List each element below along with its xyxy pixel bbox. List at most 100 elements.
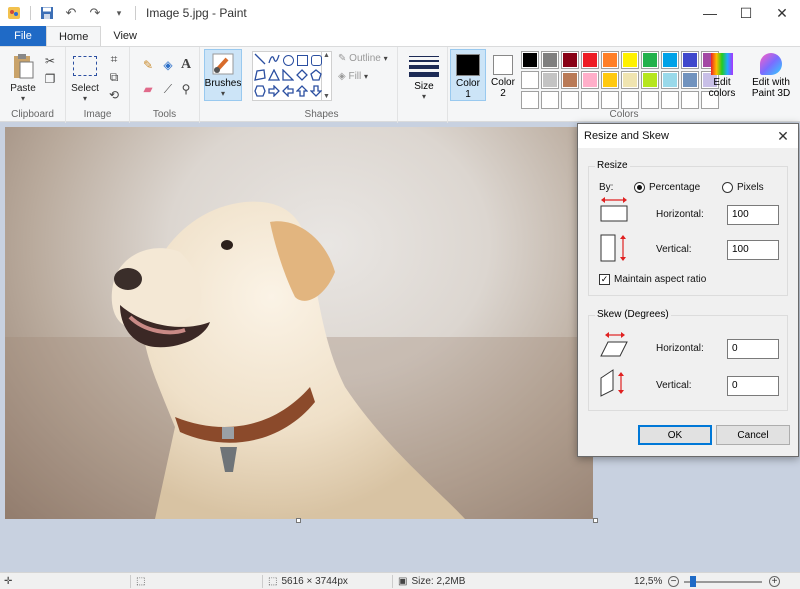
brushes-button[interactable]: Brushes ▾ [204,49,242,101]
pixels-label[interactable]: Pixels [737,182,764,193]
palette-color-swatch[interactable] [641,91,659,109]
skew-vertical-input[interactable]: 0 [727,376,779,396]
tab-view[interactable]: View [101,26,149,46]
palette-color-swatch[interactable] [621,91,639,109]
polygon-shape-icon[interactable] [254,68,266,84]
scroll-up-icon[interactable]: ▲ [323,52,330,59]
palette-color-swatch[interactable] [541,51,559,69]
separator [130,575,131,588]
color1-button[interactable]: Color 1 [450,49,486,101]
palette-color-swatch[interactable] [621,51,639,69]
resize-vertical-input[interactable]: 100 [727,240,779,260]
scroll-down-icon[interactable]: ▼ [323,93,330,100]
palette-color-swatch[interactable] [601,51,619,69]
fill-label: Fill [348,71,362,82]
skew-horizontal-label: Horizontal: [656,343,704,354]
rounded-rectangle-shape-icon[interactable] [310,54,322,66]
maintain-aspect-ratio-checkbox[interactable]: ✓ [599,274,610,285]
resize-horizontal-input[interactable]: 100 [727,205,779,225]
edit-colors-button[interactable]: Edit colors [704,49,740,101]
right-triangle-shape-icon[interactable] [282,67,295,84]
text-icon[interactable]: A [178,57,194,73]
diamond-shape-icon[interactable] [296,68,308,84]
percentage-radio[interactable] [634,182,645,193]
cancel-button[interactable]: Cancel [716,425,790,445]
copy-icon[interactable]: ❐ [42,71,58,87]
resize-handle-bottom[interactable] [296,518,301,523]
customize-dropdown-icon[interactable]: ▾ [111,5,127,21]
palette-color-swatch[interactable] [661,51,679,69]
paste-button[interactable]: Paste ▾ [8,51,38,103]
palette-color-swatch[interactable] [521,71,539,89]
pentagon-shape-icon[interactable] [310,68,322,84]
palette-color-swatch[interactable] [641,51,659,69]
down-arrow-shape-icon[interactable] [309,84,323,100]
size-button[interactable]: Size ▾ [406,51,442,101]
oval-shape-icon[interactable] [282,54,294,66]
redo-icon[interactable]: ↷ [87,5,103,21]
palette-color-swatch[interactable] [581,51,599,69]
palette-color-swatch[interactable] [621,71,639,89]
zoom-in-button[interactable]: + [769,576,780,587]
image-canvas[interactable] [5,127,593,519]
skew-horizontal-input[interactable]: 0 [727,339,779,359]
rectangle-shape-icon[interactable] [296,54,308,66]
palette-color-swatch[interactable] [661,91,679,109]
palette-color-swatch[interactable] [521,51,539,69]
palette-color-swatch[interactable] [561,51,579,69]
outline-button[interactable]: ✎ Outline ▾ [338,53,388,64]
palette-color-swatch[interactable] [681,71,699,89]
color-picker-icon[interactable]: ⟋ [160,81,176,97]
save-icon[interactable] [39,5,55,21]
palette-color-swatch[interactable] [541,91,559,109]
palette-color-swatch[interactable] [601,91,619,109]
cut-icon[interactable]: ✂ [42,53,58,69]
pencil-icon[interactable]: ✎ [140,57,156,73]
zoom-out-button[interactable]: − [668,576,679,587]
percentage-label[interactable]: Percentage [649,182,700,193]
palette-color-swatch[interactable] [581,71,599,89]
curve-shape-icon[interactable] [268,53,280,68]
line-shape-icon[interactable] [254,53,266,68]
palette-color-swatch[interactable] [681,51,699,69]
fill-button[interactable]: ◈ Fill ▾ [338,71,368,82]
crop-icon[interactable]: ⌗ [106,51,122,67]
hexagon-shape-icon[interactable] [254,84,266,100]
select-button[interactable]: Select ▾ [70,51,100,103]
palette-color-swatch[interactable] [561,71,579,89]
magnifier-icon[interactable]: ⚲ [178,81,194,97]
shapes-scrollbar[interactable]: ▲ ▼ [322,51,332,101]
palette-color-swatch[interactable] [521,91,539,109]
paint-app-icon[interactable] [6,5,22,21]
right-arrow-shape-icon[interactable] [268,83,280,100]
color2-button[interactable]: Color 2 [485,49,521,101]
palette-color-swatch[interactable] [661,71,679,89]
palette-color-swatch[interactable] [541,71,559,89]
minimize-button[interactable]: — [692,0,728,26]
maintain-aspect-ratio-label[interactable]: Maintain aspect ratio [614,274,706,285]
rotate-icon[interactable]: ⟲ [106,87,122,103]
maximize-button[interactable]: ☐ [728,0,764,26]
dialog-close-button[interactable]: ✕ [768,124,798,148]
eraser-icon[interactable]: ▰ [140,81,156,97]
up-arrow-shape-icon[interactable] [295,84,309,100]
resize-icon[interactable]: ⧉ [106,69,122,85]
palette-color-swatch[interactable] [561,91,579,109]
fill-bucket-icon[interactable]: ◈ [160,57,176,73]
palette-color-swatch[interactable] [581,91,599,109]
close-button[interactable]: ✕ [764,0,800,26]
palette-color-swatch[interactable] [641,71,659,89]
undo-icon[interactable]: ↶ [63,5,79,21]
triangle-shape-icon[interactable] [267,68,281,84]
tab-home[interactable]: Home [46,26,102,46]
edit-with-paint3d-button[interactable]: Edit with Paint 3D [748,49,794,101]
palette-color-swatch[interactable] [601,71,619,89]
left-arrow-shape-icon[interactable] [282,83,294,100]
palette-color-swatch[interactable] [681,91,699,109]
pixels-radio[interactable] [722,182,733,193]
zoom-slider-thumb[interactable] [690,576,697,587]
ok-button[interactable]: OK [638,425,712,445]
resize-handle-corner[interactable] [593,518,598,523]
chevron-down-icon: ▾ [364,72,369,81]
tab-file[interactable]: File [0,26,46,46]
